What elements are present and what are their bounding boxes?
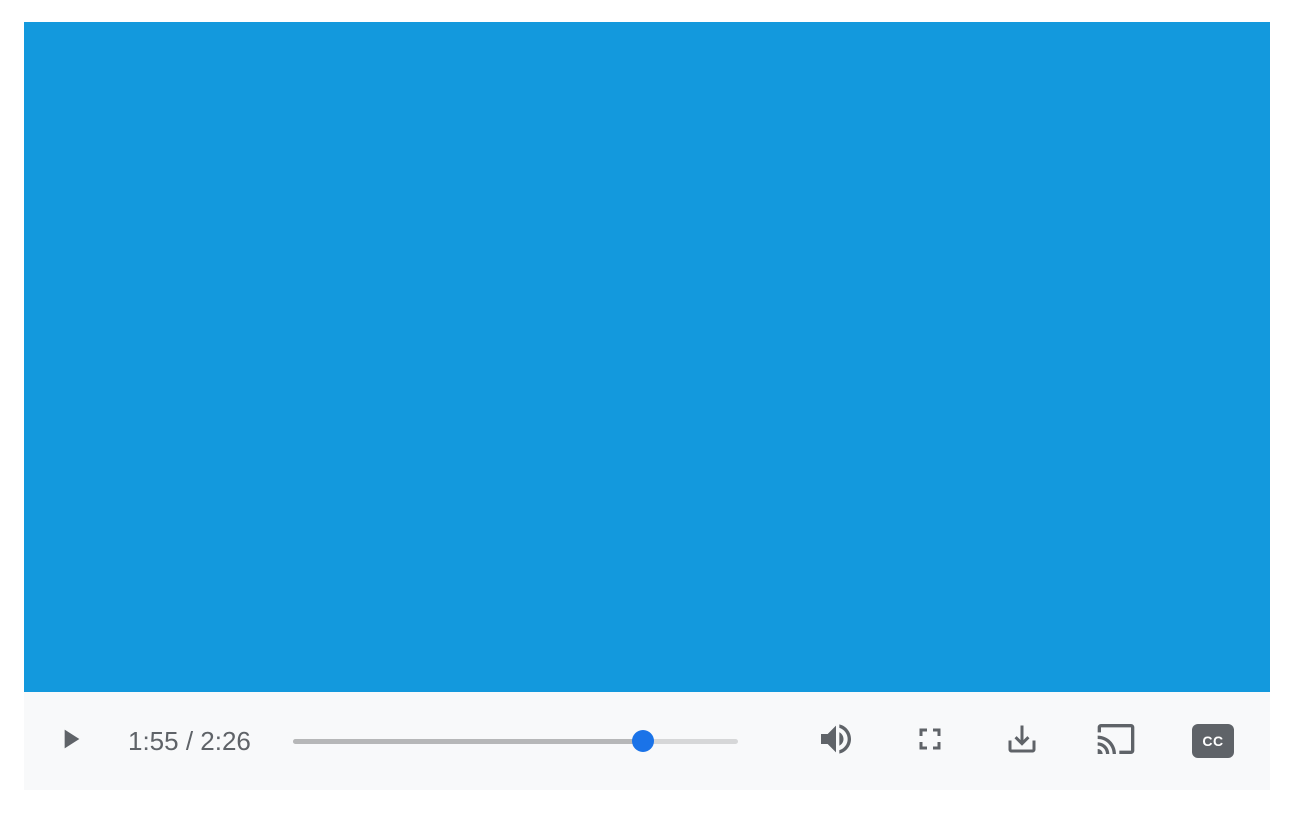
play-icon bbox=[54, 721, 86, 762]
cast-button[interactable] bbox=[1096, 719, 1136, 764]
cast-icon bbox=[1096, 719, 1136, 764]
volume-icon bbox=[816, 719, 856, 764]
video-player: 1:55 / 2:26 bbox=[24, 22, 1270, 790]
time-display: 1:55 / 2:26 bbox=[128, 726, 251, 757]
volume-button[interactable] bbox=[816, 719, 856, 764]
fullscreen-icon bbox=[912, 721, 948, 762]
svg-text:CC: CC bbox=[1202, 733, 1223, 749]
captions-button[interactable]: CC bbox=[1192, 724, 1234, 758]
download-button[interactable] bbox=[1004, 721, 1040, 762]
controls-bar: 1:55 / 2:26 bbox=[24, 692, 1270, 790]
right-controls: CC bbox=[816, 719, 1234, 764]
time-separator: / bbox=[179, 726, 201, 756]
duration: 2:26 bbox=[200, 726, 251, 756]
fullscreen-button[interactable] bbox=[912, 721, 948, 762]
cc-icon: CC bbox=[1192, 724, 1234, 758]
current-time: 1:55 bbox=[128, 726, 179, 756]
video-viewport[interactable] bbox=[24, 22, 1270, 692]
play-button[interactable] bbox=[54, 721, 86, 762]
download-icon bbox=[1004, 721, 1040, 762]
progress-thumb[interactable] bbox=[632, 730, 654, 752]
progress-fill bbox=[293, 739, 643, 744]
progress-slider[interactable] bbox=[293, 731, 738, 751]
